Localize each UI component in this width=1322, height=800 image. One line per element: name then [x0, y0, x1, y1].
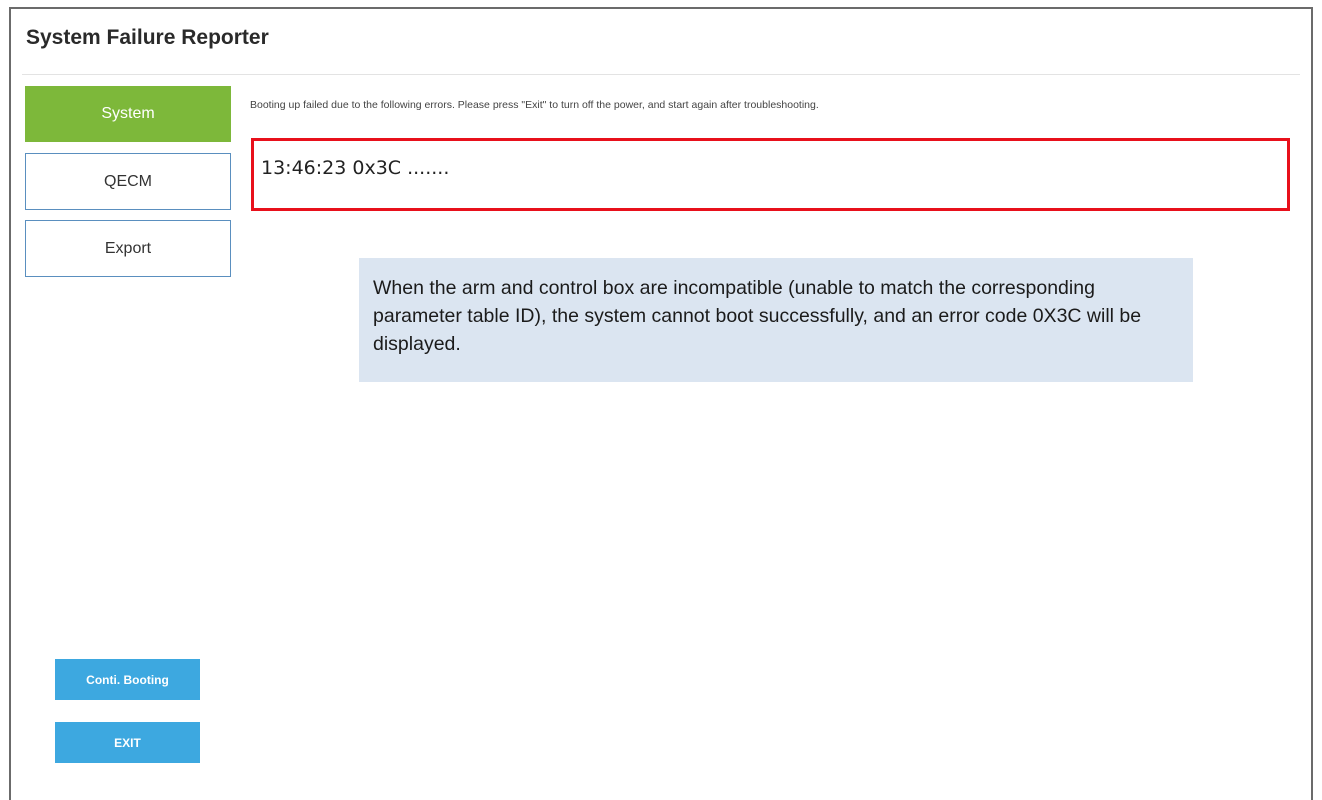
sidebar-item-export[interactable]: Export	[25, 220, 231, 277]
explanation-note: When the arm and control box are incompa…	[359, 258, 1193, 382]
error-log-box: 13:46:23 0x3C .......	[251, 138, 1290, 211]
error-log-entry: 13:46:23 0x3C .......	[261, 157, 450, 179]
conti-booting-button[interactable]: Conti. Booting	[55, 659, 200, 700]
sidebar-item-qecm[interactable]: QECM	[25, 153, 231, 210]
sidebar-item-system[interactable]: System	[25, 86, 231, 142]
title-divider	[22, 74, 1300, 75]
exit-button[interactable]: EXIT	[55, 722, 200, 763]
app-title: System Failure Reporter	[26, 26, 269, 49]
failure-message: Booting up failed due to the following e…	[250, 99, 819, 111]
